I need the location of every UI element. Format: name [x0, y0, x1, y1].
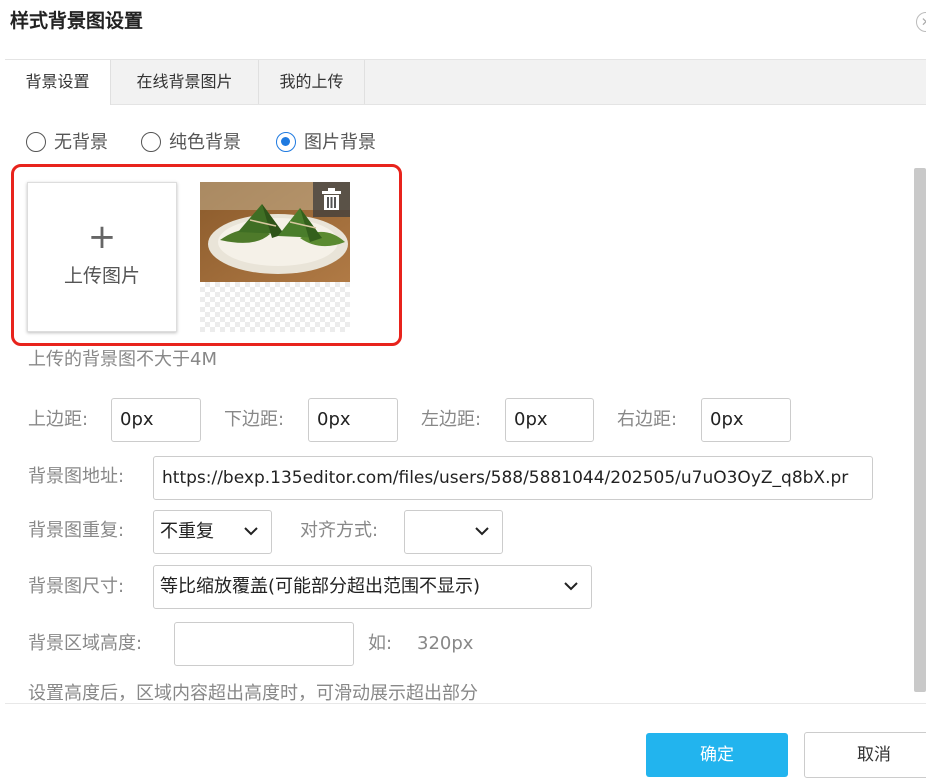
upload-size-hint: 上传的背景图不大于4M — [28, 349, 217, 370]
height-hint: 设置高度后，区域内容超出高度时，可滑动展示超出部分 — [28, 683, 478, 704]
bottom-margin-label: 下边距: — [224, 409, 285, 430]
align-label: 对齐方式: — [300, 520, 379, 541]
chevron-down-icon — [564, 582, 578, 591]
tab-online-backgrounds[interactable]: 在线背景图片 — [111, 60, 259, 104]
cancel-button[interactable]: 取消 — [804, 732, 926, 778]
plus-icon: + — [87, 217, 117, 257]
height-label: 背景区域高度: — [28, 633, 143, 654]
upload-image-button[interactable]: + 上传图片 — [27, 182, 177, 332]
top-margin-label: 上边距: — [28, 409, 89, 430]
repeat-value: 不重复 — [160, 521, 214, 542]
size-select[interactable]: 等比缩放覆盖(可能部分超出范围不显示) — [153, 565, 592, 609]
image-url-input[interactable]: https://bexp.135editor.com/files/users/5… — [153, 456, 873, 500]
chevron-down-icon — [475, 527, 489, 536]
upload-label: 上传图片 — [63, 265, 140, 287]
chevron-down-icon — [244, 527, 258, 536]
dialog-title: 样式背景图设置 — [10, 10, 144, 32]
close-icon[interactable]: ✕ — [916, 12, 926, 32]
left-margin-input[interactable]: 0px — [505, 398, 594, 442]
radio-circle[interactable] — [141, 132, 161, 152]
height-example-value: 320px — [417, 633, 474, 654]
radio-circle-checked[interactable] — [276, 132, 296, 152]
repeat-select[interactable]: 不重复 — [153, 510, 272, 554]
radio-label: 图片背景 — [304, 132, 376, 153]
bottom-margin-input[interactable]: 0px — [308, 398, 398, 442]
height-example-label: 如: — [368, 633, 393, 654]
repeat-label: 背景图重复: — [28, 520, 125, 541]
image-url-label: 背景图地址: — [28, 466, 125, 487]
tab-bar: 背景设置 在线背景图片 我的上传 — [5, 59, 926, 105]
size-label: 背景图尺寸: — [28, 576, 125, 597]
left-margin-label: 左边距: — [421, 409, 482, 430]
radio-label: 无背景 — [54, 132, 108, 153]
radio-circle[interactable] — [26, 132, 46, 152]
size-value: 等比缩放覆盖(可能部分超出范围不显示) — [160, 576, 481, 597]
tab-my-uploads[interactable]: 我的上传 — [259, 60, 365, 104]
delete-image-button[interactable] — [313, 182, 350, 217]
trash-icon — [322, 188, 341, 210]
align-select[interactable] — [404, 510, 503, 554]
scrollbar[interactable] — [914, 168, 926, 692]
confirm-button[interactable]: 确定 — [646, 733, 788, 777]
tab-background-settings[interactable]: 背景设置 — [5, 60, 111, 105]
right-margin-label: 右边距: — [617, 409, 678, 430]
height-input[interactable] — [174, 622, 354, 666]
radio-label: 纯色背景 — [169, 132, 241, 153]
top-margin-input[interactable]: 0px — [111, 398, 201, 442]
right-margin-input[interactable]: 0px — [701, 398, 791, 442]
